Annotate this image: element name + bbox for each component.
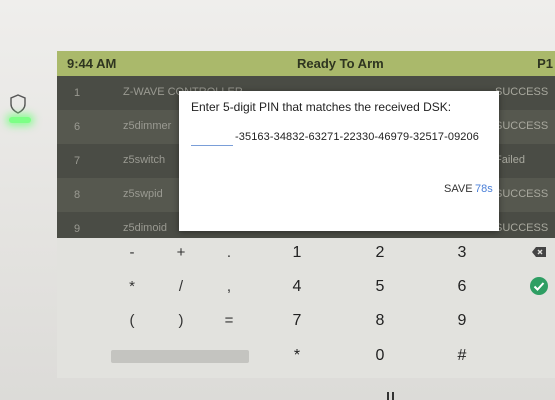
- key-0[interactable]: 0: [350, 341, 410, 371]
- partition-label: P1: [537, 56, 553, 71]
- device-status: Failed: [495, 154, 525, 166]
- key-6[interactable]: 6: [432, 272, 492, 302]
- countdown-timer: 78s: [475, 183, 493, 195]
- status-bar: 9:44 AM Ready To Arm P1: [57, 51, 555, 76]
- key-1[interactable]: 1: [267, 238, 327, 268]
- system-status-title: Ready To Arm: [297, 56, 384, 71]
- device-number: 9: [74, 223, 81, 235]
- key-9[interactable]: 9: [432, 306, 492, 336]
- key-7[interactable]: 7: [267, 306, 327, 336]
- device-number: 1: [74, 87, 81, 99]
- dsk-value: -35163-34832-63271-22330-46979-32517-092…: [235, 131, 479, 143]
- device-status: SUCCESS: [495, 188, 549, 200]
- device-name: z5dimoid: [123, 222, 168, 234]
- key-8[interactable]: 8: [350, 306, 410, 336]
- pin-input[interactable]: [191, 127, 233, 146]
- key-equals[interactable]: =: [199, 306, 259, 336]
- status-led: [9, 117, 31, 123]
- dsk-pin-dialog: Enter 5-digit PIN that matches the recei…: [179, 91, 499, 231]
- key-3[interactable]: 3: [432, 238, 492, 268]
- clock: 9:44 AM: [67, 56, 117, 71]
- bezel-mark-icon: [387, 392, 394, 400]
- key-comma[interactable]: ,: [199, 272, 259, 302]
- device-status: SUCCESS: [495, 120, 549, 132]
- shield-icon: [10, 94, 26, 114]
- backspace-icon[interactable]: [531, 246, 547, 258]
- device-number: 8: [74, 189, 81, 201]
- dialog-prompt: Enter 5-digit PIN that matches the recei…: [191, 100, 452, 114]
- key-period[interactable]: .: [199, 238, 259, 268]
- checkmark-circle-icon[interactable]: [529, 276, 549, 296]
- device-number: 6: [74, 121, 81, 133]
- device-status: SUCCESS: [495, 86, 549, 98]
- on-screen-keypad: - + . 1 2 3 * / , 4 5 6 ( ) = 7 8 9 * 0 …: [57, 238, 555, 378]
- device-name: z5switch: [123, 154, 166, 166]
- key-5[interactable]: 5: [350, 272, 410, 302]
- save-button[interactable]: SAVE: [444, 183, 473, 195]
- key-4[interactable]: 4: [267, 272, 327, 302]
- key-asterisk-numpad[interactable]: *: [267, 341, 327, 371]
- touchscreen: 9:44 AM Ready To Arm P1 1 Z-WAVE CONTROL…: [57, 51, 555, 378]
- device-name: z5dimmer: [123, 120, 172, 132]
- key-hash[interactable]: #: [432, 341, 492, 371]
- space-key[interactable]: [111, 350, 249, 363]
- device-number: 7: [74, 155, 81, 167]
- key-2[interactable]: 2: [350, 238, 410, 268]
- device-name: z5swpid: [123, 188, 163, 200]
- device-status: SUCCESS: [495, 222, 549, 234]
